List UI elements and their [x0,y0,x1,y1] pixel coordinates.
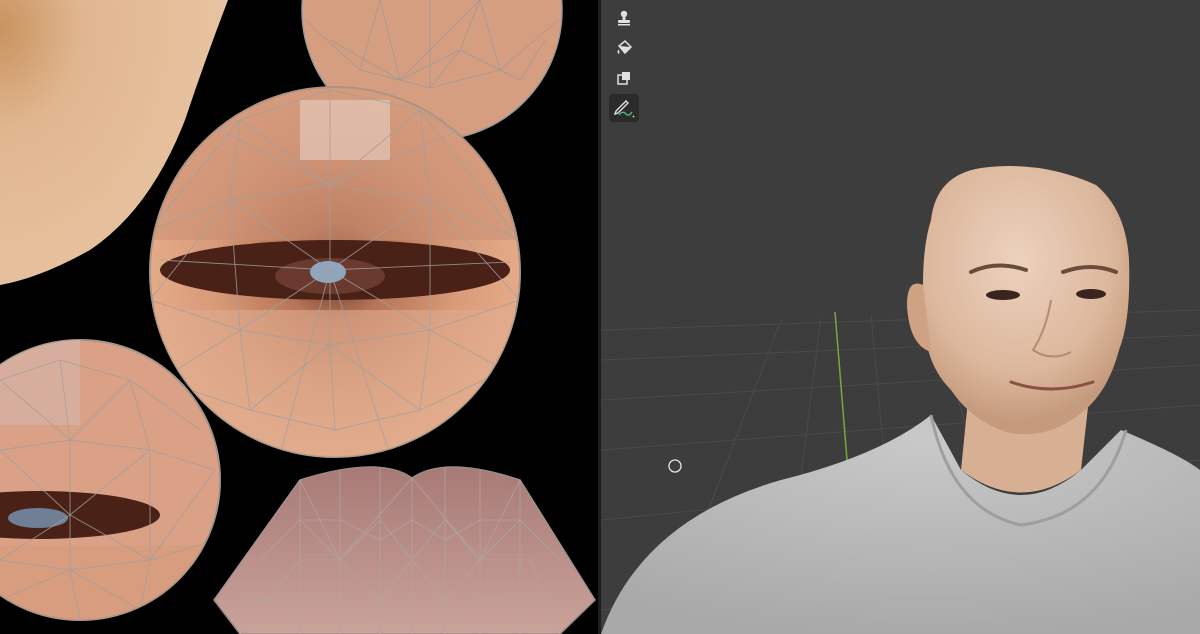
annotate-pen-icon [613,100,635,118]
uv-canvas[interactable] [0,0,598,634]
viewport-canvas[interactable] [601,0,1200,634]
head-mesh[interactable] [907,166,1130,435]
mask-layers-icon [617,72,630,85]
tool-shelf [609,4,643,122]
right-eye [1076,289,1106,299]
shirt-mesh[interactable] [601,415,1200,634]
clone-stamp-tool[interactable] [609,4,639,32]
left-eye [986,290,1020,300]
uv-editor[interactable] [0,0,598,634]
mouth-island[interactable] [213,465,596,634]
fill-tool[interactable] [609,34,639,62]
brush-circle-cursor [668,459,682,473]
eye-island-center[interactable] [149,80,521,460]
3d-viewport[interactable] [601,0,1200,634]
fill-bucket-icon [617,39,633,55]
clone-stamp-icon [618,10,630,26]
mask-tool[interactable] [609,64,639,92]
annotate-tool[interactable] [609,94,639,122]
